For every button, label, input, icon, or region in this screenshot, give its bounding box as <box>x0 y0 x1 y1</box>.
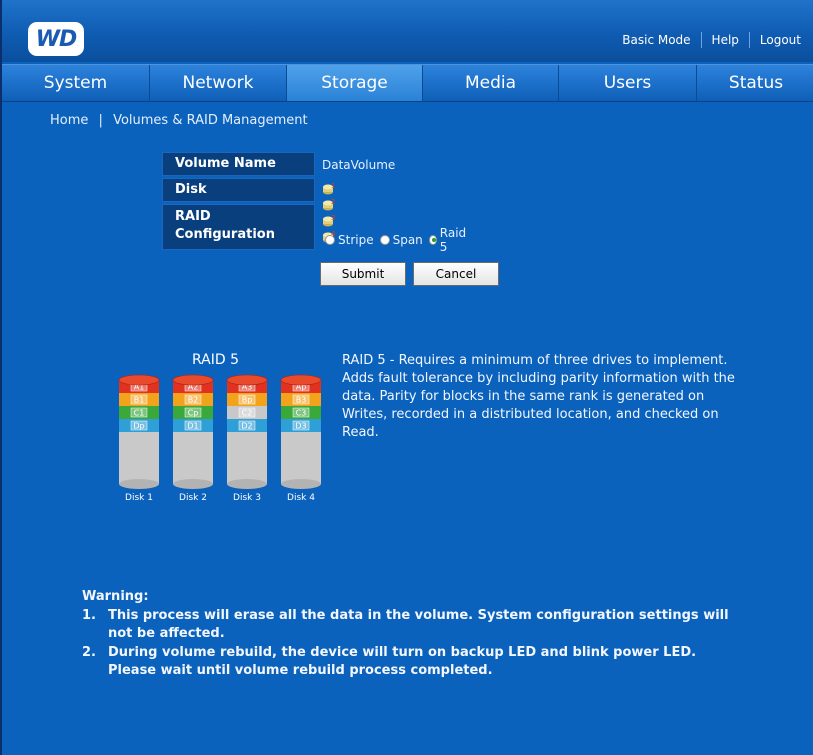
raid-label-line1: RAID <box>175 209 211 224</box>
basic-mode-link[interactable]: Basic Mode <box>612 33 700 47</box>
raid-option-label: Stripe <box>338 233 374 247</box>
top-header: WD Basic Mode Help Logout <box>2 0 813 62</box>
disk-label: Disk <box>162 178 315 202</box>
breadcrumb-separator: | <box>98 113 103 128</box>
radio-button[interactable] <box>379 235 390 245</box>
cancel-button[interactable]: Cancel <box>413 262 499 286</box>
raid-block-label: B3 <box>296 396 307 405</box>
volume-name-label: Volume Name <box>162 152 315 176</box>
warning-number: 2. <box>82 645 96 660</box>
raid-block-label: D2 <box>241 422 252 431</box>
raid-block-label: D3 <box>295 422 306 431</box>
disk-cylinder: A3BpC2D2Disk 3 <box>226 374 268 503</box>
help-link[interactable]: Help <box>702 33 749 47</box>
warning-text: During volume rebuild, the device will t… <box>108 645 697 660</box>
raid-option-stripe[interactable]: Stripe <box>325 226 374 254</box>
radio-button[interactable] <box>325 235 335 245</box>
disk-label: Disk 1 <box>125 493 153 503</box>
warning-section: Warning: 1. This process will erase all t… <box>82 588 729 680</box>
raid-block-label: C3 <box>296 409 307 418</box>
raid5-diagram: A1B1C1DpDisk 1A2B2CpD1Disk 2A3BpC2D2Disk… <box>118 374 322 503</box>
raid-block-label: B2 <box>188 396 199 405</box>
raid-block-label: D1 <box>187 422 198 431</box>
raid-block-label: C1 <box>134 409 145 418</box>
breadcrumb-home[interactable]: Home <box>50 113 88 128</box>
raid-option-raid5[interactable]: Raid 5 <box>428 226 468 254</box>
warning-item: 1. This process will erase all the data i… <box>82 607 729 643</box>
disk-cylinder: A2B2CpD1Disk 2 <box>172 374 214 503</box>
tab-system[interactable]: System <box>2 65 150 101</box>
wd-logo: WD <box>28 22 84 56</box>
logo-text: WD <box>35 26 78 52</box>
tab-status[interactable]: Status <box>697 65 813 101</box>
disk-2-icon: 2 <box>322 198 336 211</box>
breadcrumb-current: Volumes & RAID Management <box>113 113 308 128</box>
disk-cylinder: A1B1C1DpDisk 1 <box>118 374 160 503</box>
tab-media[interactable]: Media <box>423 65 559 101</box>
raid-block-label: Bp <box>242 396 253 405</box>
warning-text: This process will erase all the data in … <box>108 608 729 623</box>
raid-block-label: Dp <box>133 422 144 431</box>
raid-label-line2: Configuration <box>175 227 275 242</box>
raid-option-label: Raid 5 <box>439 226 467 254</box>
disk-label: Disk 4 <box>287 493 315 503</box>
warning-text-cont: Please wait until volume rebuild process… <box>108 663 493 678</box>
raid-block-label: C2 <box>242 409 253 418</box>
raid-description: RAID 5 - Requires a minimum of three dri… <box>342 353 735 440</box>
tab-users[interactable]: Users <box>559 65 697 101</box>
breadcrumb: Home | Volumes & RAID Management <box>50 113 308 128</box>
top-links: Basic Mode Help Logout <box>612 32 811 48</box>
page-frame: WD Basic Mode Help Logout System Network… <box>0 0 813 755</box>
disk-1-icon: 1 <box>322 182 336 195</box>
svg-text:2: 2 <box>331 198 335 206</box>
logout-link[interactable]: Logout <box>750 33 811 47</box>
raid-option-span[interactable]: Span <box>379 226 423 254</box>
svg-text:1: 1 <box>331 182 335 190</box>
radio-button-selected[interactable] <box>428 235 437 245</box>
warning-item: 2. During volume rebuild, the device will… <box>82 644 729 680</box>
volume-name-value: DataVolume <box>322 158 396 172</box>
raid-options: Stripe Span Raid 5 <box>325 226 474 254</box>
raid-block-label: B1 <box>134 396 145 405</box>
disk-label: Disk 3 <box>233 493 261 503</box>
disk-label: Disk 2 <box>179 493 207 503</box>
disk-cylinder: ApB3C3D3Disk 4 <box>280 374 322 503</box>
warning-number: 1. <box>82 608 96 623</box>
tab-storage[interactable]: Storage <box>287 65 423 101</box>
warning-text-cont: not be affected. <box>108 626 225 641</box>
raid-config-label: RAID Configuration <box>162 204 315 250</box>
raid-option-label: Span <box>392 233 423 247</box>
tab-network[interactable]: Network <box>150 65 287 101</box>
svg-text:3: 3 <box>331 214 335 222</box>
raid-block-label: Cp <box>188 409 199 418</box>
warning-title: Warning: <box>82 589 149 604</box>
raid-diagram-title: RAID 5 <box>192 352 240 368</box>
main-tabs: System Network Storage Media Users Statu… <box>2 64 813 102</box>
submit-button[interactable]: Submit <box>320 262 406 286</box>
